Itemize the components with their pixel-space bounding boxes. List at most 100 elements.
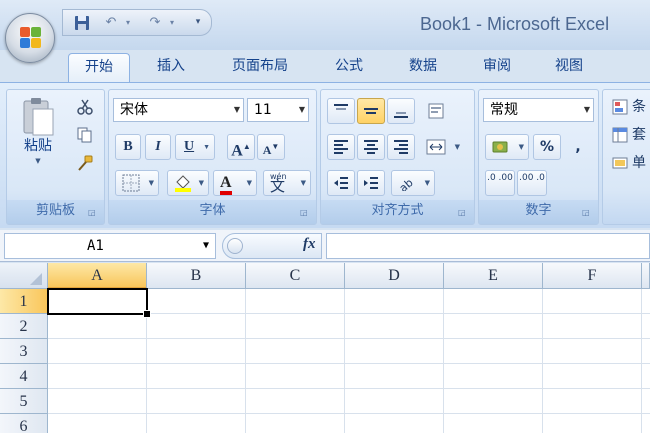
phonetic-guide-button[interactable]: wén 文 ▼ xyxy=(263,170,311,196)
tab-home[interactable]: 开始 xyxy=(68,53,130,83)
redo-dropdown[interactable]: ▾ xyxy=(165,13,179,32)
redo-button[interactable]: ↷ xyxy=(145,13,165,32)
increase-decimal-button[interactable]: .0 .00 xyxy=(485,170,515,196)
tab-formulas[interactable]: 公式 xyxy=(318,53,380,83)
paste-button[interactable]: 粘贴 ▼ xyxy=(11,94,65,190)
formula-input[interactable] xyxy=(326,233,650,259)
number-format-select[interactable]: 常规 ▼ xyxy=(483,98,594,122)
fill-color-button[interactable]: ▼ xyxy=(167,170,209,196)
decrease-decimal-button[interactable]: .00 .0 xyxy=(517,170,547,196)
align-left-button[interactable] xyxy=(327,134,355,160)
align-right-button[interactable] xyxy=(387,134,415,160)
expand-handle-icon[interactable] xyxy=(227,238,243,254)
undo-icon: ↶ xyxy=(105,15,117,30)
percent-style-button[interactable]: % xyxy=(533,134,561,160)
cell-styles-button[interactable]: 单 xyxy=(607,150,650,176)
undo-button[interactable]: ↶ xyxy=(101,13,121,32)
svg-text:ab: ab xyxy=(398,176,416,191)
undo-dropdown[interactable]: ▾ xyxy=(121,13,135,32)
increase-indent-button[interactable] xyxy=(357,170,385,196)
redo-icon: ↷ xyxy=(149,15,161,30)
copy-button[interactable] xyxy=(71,122,99,146)
column-header-c[interactable]: C xyxy=(246,263,345,289)
accounting-format-button[interactable]: ▼ xyxy=(485,134,529,160)
currency-icon xyxy=(492,141,508,153)
cell-styles-label: 单 xyxy=(632,155,646,171)
wrap-text-button[interactable] xyxy=(423,98,451,124)
chevron-down-icon: ▾ xyxy=(169,18,174,27)
column-header-a[interactable]: A xyxy=(48,263,147,289)
align-center-button[interactable] xyxy=(357,134,385,160)
row-header-6[interactable]: 6 xyxy=(0,414,48,433)
grid-line xyxy=(542,289,543,433)
font-color-button[interactable]: A ▼ xyxy=(213,170,257,196)
decrease-decimal-icon: .00 .0 xyxy=(519,173,545,183)
chevron-down-icon: ▼ xyxy=(454,143,460,151)
align-left-icon xyxy=(334,140,348,154)
chevron-down-icon: ▼ xyxy=(148,179,154,187)
styles-group: 条 套 单 xyxy=(602,89,650,225)
column-header-b[interactable]: B xyxy=(147,263,246,289)
grid-line xyxy=(48,363,650,364)
format-as-table-button[interactable]: 套 xyxy=(607,122,650,148)
merge-center-button[interactable]: ▼ xyxy=(421,134,465,160)
tab-view[interactable]: 视图 xyxy=(538,53,600,83)
font-size-select[interactable]: 11 ▼ xyxy=(247,98,309,122)
italic-button[interactable]: I xyxy=(145,134,171,160)
fill-bucket-icon xyxy=(175,175,191,192)
align-middle-button[interactable] xyxy=(357,98,385,124)
tab-data[interactable]: 数据 xyxy=(392,53,454,83)
save-icon xyxy=(75,16,89,30)
office-button[interactable] xyxy=(5,13,55,63)
dialog-launcher-icon[interactable]: ◲ xyxy=(300,208,310,218)
align-bottom-button[interactable] xyxy=(387,98,415,124)
shrink-font-button[interactable]: A▼ xyxy=(257,134,285,160)
row-header-3[interactable]: 3 xyxy=(0,339,48,364)
row-header-4[interactable]: 4 xyxy=(0,364,48,389)
dialog-launcher-icon[interactable]: ◲ xyxy=(582,208,592,218)
format-painter-button[interactable] xyxy=(71,150,99,174)
tab-insert[interactable]: 插入 xyxy=(140,53,202,83)
column-header-f[interactable]: F xyxy=(543,263,642,289)
align-top-icon xyxy=(334,104,348,110)
grid-line xyxy=(245,289,246,433)
paste-icon xyxy=(23,98,54,136)
comma-style-button[interactable]: , xyxy=(565,134,591,160)
dialog-launcher-icon[interactable]: ◲ xyxy=(458,208,468,218)
row-header-2[interactable]: 2 xyxy=(0,314,48,339)
select-all-button[interactable] xyxy=(0,263,48,289)
formula-bar: A1 ▼ fx xyxy=(0,230,650,262)
row-header-5[interactable]: 5 xyxy=(0,389,48,414)
orientation-button[interactable]: ab ▼ xyxy=(391,170,435,196)
window-title: Book1 - Microsoft Excel xyxy=(420,14,610,34)
tab-review[interactable]: 审阅 xyxy=(466,53,528,83)
dialog-launcher-icon[interactable]: ◲ xyxy=(88,208,98,218)
cut-button[interactable] xyxy=(71,94,99,118)
chevron-down-icon: ▼ xyxy=(246,179,252,187)
customize-qat-button[interactable]: ▾ xyxy=(191,13,205,32)
chevron-down-icon: ▼ xyxy=(583,105,590,114)
column-header-e[interactable]: E xyxy=(444,263,543,289)
name-box[interactable]: A1 ▼ xyxy=(4,233,216,259)
save-button[interactable] xyxy=(73,13,91,32)
ribbon-tabs: 开始 插入 页面布局 公式 数据 审阅 视图 xyxy=(0,50,650,83)
decrease-indent-button[interactable] xyxy=(327,170,355,196)
font-name-select[interactable]: 宋体 ▼ xyxy=(113,98,244,122)
conditional-formatting-button[interactable]: 条 xyxy=(607,94,650,120)
column-header-g[interactable] xyxy=(642,263,650,289)
chevron-down-icon: ▼ xyxy=(198,179,204,187)
insert-function-button[interactable]: fx xyxy=(303,236,316,253)
grow-font-button[interactable]: A▲ xyxy=(227,134,255,160)
underline-button[interactable]: U ▼ xyxy=(175,134,215,160)
chevron-down-icon: ▼ xyxy=(424,179,430,187)
borders-button[interactable]: ▼ xyxy=(115,170,159,196)
active-cell-a1[interactable] xyxy=(47,288,151,318)
tab-page-layout[interactable]: 页面布局 xyxy=(214,53,306,83)
bold-button[interactable]: B xyxy=(115,134,141,160)
column-header-d[interactable]: D xyxy=(345,263,444,289)
ribbon: 粘贴 ▼ 剪贴板 ◲ 宋体 ▼ 11 ▼ B I U ▼ A▲ A▼ ▼ ▼ A… xyxy=(0,82,650,228)
row-header-1[interactable]: 1 xyxy=(0,289,48,314)
align-top-button[interactable] xyxy=(327,98,355,124)
alignment-group-label: 对齐方式 xyxy=(321,200,474,224)
chevron-down-icon[interactable]: ▼ xyxy=(203,234,209,258)
